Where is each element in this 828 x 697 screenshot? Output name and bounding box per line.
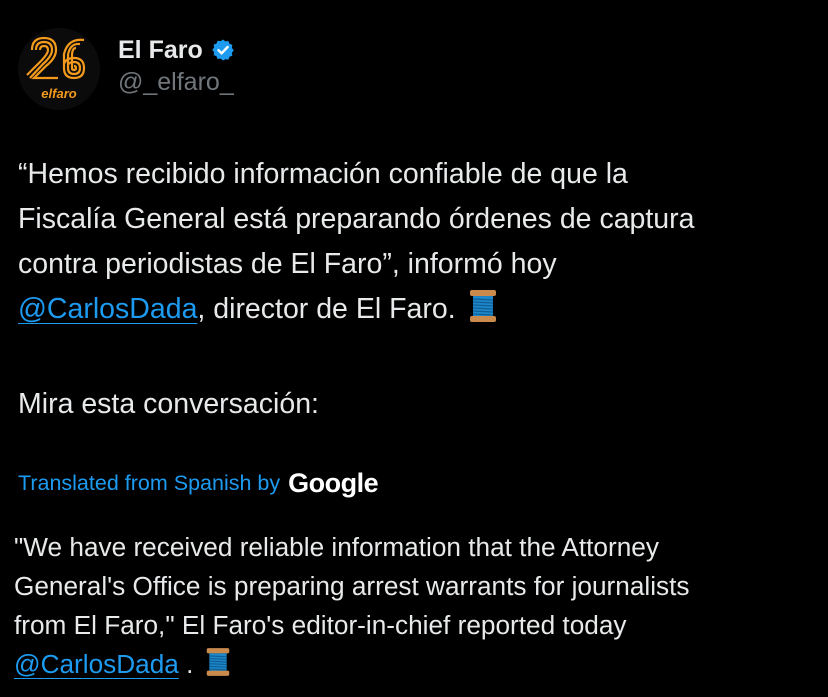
tweet-line: @CarlosDada, director de El Faro.: [18, 287, 808, 337]
translation-line: General's Office is preparing arrest war…: [14, 571, 690, 601]
mention-link[interactable]: @CarlosDada: [18, 293, 197, 325]
tweet-line: “Hemos recibido información confiable de…: [18, 158, 628, 190]
google-logo: Google: [288, 468, 379, 498]
mention-link[interactable]: @CarlosDada: [14, 649, 179, 679]
translated-label-text: Translated from Spanish by: [18, 471, 281, 495]
translation-line: "We have received reliable information t…: [14, 532, 659, 562]
author-name-row: El Faro: [118, 34, 235, 66]
translated-label[interactable]: Translated from Spanish by Google: [18, 468, 379, 499]
translation-line: @CarlosDada .: [14, 645, 814, 688]
tweet-line: Mira esta conversación:: [18, 388, 319, 420]
translation-text: "We have received reliable information t…: [14, 528, 814, 688]
tweet-line-rest: , director de El Faro.: [197, 293, 456, 325]
author-handle[interactable]: @_elfaro_: [118, 68, 234, 97]
author-display-name[interactable]: El Faro: [118, 36, 203, 65]
translation-line-rest: .: [178, 649, 194, 679]
translation-line: from El Faro," El Faro's editor-in-chief…: [14, 610, 627, 640]
tweet-text: “Hemos recibido información confiable de…: [18, 152, 808, 427]
tweet-line: Fiscalía General está preparando órdenes…: [18, 203, 695, 235]
verified-badge-icon: [211, 38, 235, 62]
tweet-line: contra periodistas de El Faro”, informó …: [18, 248, 557, 280]
avatar[interactable]: elfaro: [18, 28, 100, 110]
spool-of-thread-icon: [468, 289, 498, 337]
avatar-wordmark: elfaro: [41, 86, 77, 101]
spool-of-thread-icon: [205, 647, 231, 688]
